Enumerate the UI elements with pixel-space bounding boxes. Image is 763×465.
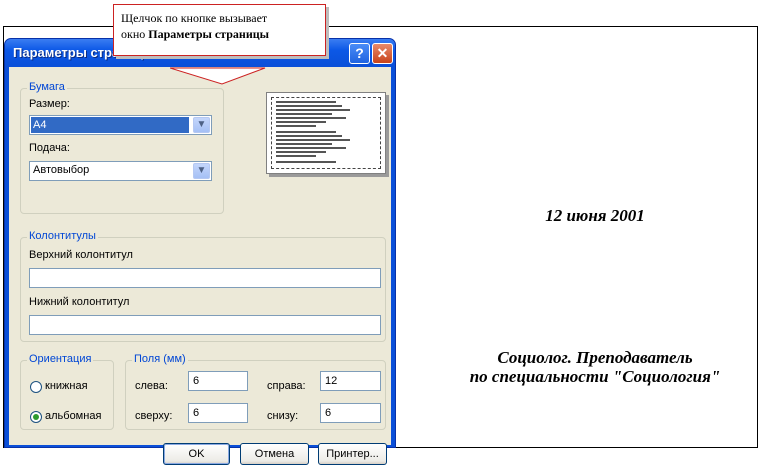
- margin-right-input[interactable]: 12: [320, 371, 381, 391]
- margin-bottom-label: снизу:: [267, 410, 299, 422]
- paper-source-select[interactable]: Автовыбор ▼: [29, 161, 212, 181]
- close-icon[interactable]: ✕: [372, 43, 393, 64]
- printer-button[interactable]: Принтер...: [318, 443, 387, 465]
- ok-button[interactable]: OK: [163, 443, 230, 465]
- portrait-label[interactable]: книжная: [45, 380, 88, 392]
- paper-size-select[interactable]: A4 ▼: [29, 115, 212, 135]
- margin-left-input[interactable]: 6: [188, 371, 248, 391]
- chevron-down-icon[interactable]: ▼: [193, 117, 210, 133]
- help-icon[interactable]: ?: [349, 43, 370, 64]
- paper-size-label: Размер:: [29, 98, 70, 110]
- callout-line-1: Щелчок по кнопке вызывает: [121, 11, 268, 25]
- callout-arrow-icon: [170, 67, 266, 85]
- portrait-radio[interactable]: [30, 381, 42, 393]
- document-date: 12 июня 2001: [545, 206, 645, 225]
- paper-source-label: Подача:: [29, 142, 70, 154]
- callout-line-2: окно Параметры страницы: [121, 27, 270, 41]
- margin-bottom-input[interactable]: 6: [320, 403, 381, 423]
- cancel-button[interactable]: Отмена: [240, 443, 309, 465]
- callout-box: Щелчок по кнопке вызывает окно Параметры…: [113, 4, 326, 56]
- chevron-down-icon[interactable]: ▼: [193, 163, 210, 179]
- preview-page-outline: [271, 97, 381, 169]
- signature-line-2: по специальности "Социология": [469, 367, 721, 386]
- margin-left-label: слева:: [135, 380, 168, 392]
- paper-legend: Бумага: [27, 81, 67, 93]
- margins-legend: Поля (мм): [132, 353, 188, 365]
- paper-size-value: A4: [31, 117, 189, 133]
- paper-source-value: Автовыбор: [33, 164, 90, 176]
- page-preview: [266, 92, 386, 174]
- callout-bold-text: Параметры страницы: [148, 27, 270, 41]
- dialog-body: Бумага Размер: A4 ▼ Подача: Автовыбор ▼: [9, 67, 391, 465]
- footer-label: Нижний колонтитул: [29, 296, 130, 308]
- landscape-radio[interactable]: [30, 411, 42, 423]
- margin-top-label: сверху:: [135, 410, 173, 422]
- orientation-legend: Ориентация: [27, 353, 94, 365]
- signature-line-1: Социолог. Преподаватель: [497, 348, 693, 367]
- document-signature: Социолог. Преподаватель по специальности…: [430, 348, 760, 386]
- margin-right-label: справа:: [267, 380, 306, 392]
- header-label: Верхний колонтитул: [29, 249, 133, 261]
- footer-input[interactable]: [29, 315, 381, 335]
- page-setup-dialog: Параметры страницы ? ✕ Бумага Размер: A4…: [4, 38, 396, 465]
- margin-top-input[interactable]: 6: [188, 403, 248, 423]
- landscape-label[interactable]: альбомная: [45, 410, 101, 422]
- callout-text: Щелчок по кнопке вызывает окно Параметры…: [121, 10, 269, 42]
- headers-legend: Колонтитулы: [27, 230, 98, 242]
- header-input[interactable]: [29, 268, 381, 288]
